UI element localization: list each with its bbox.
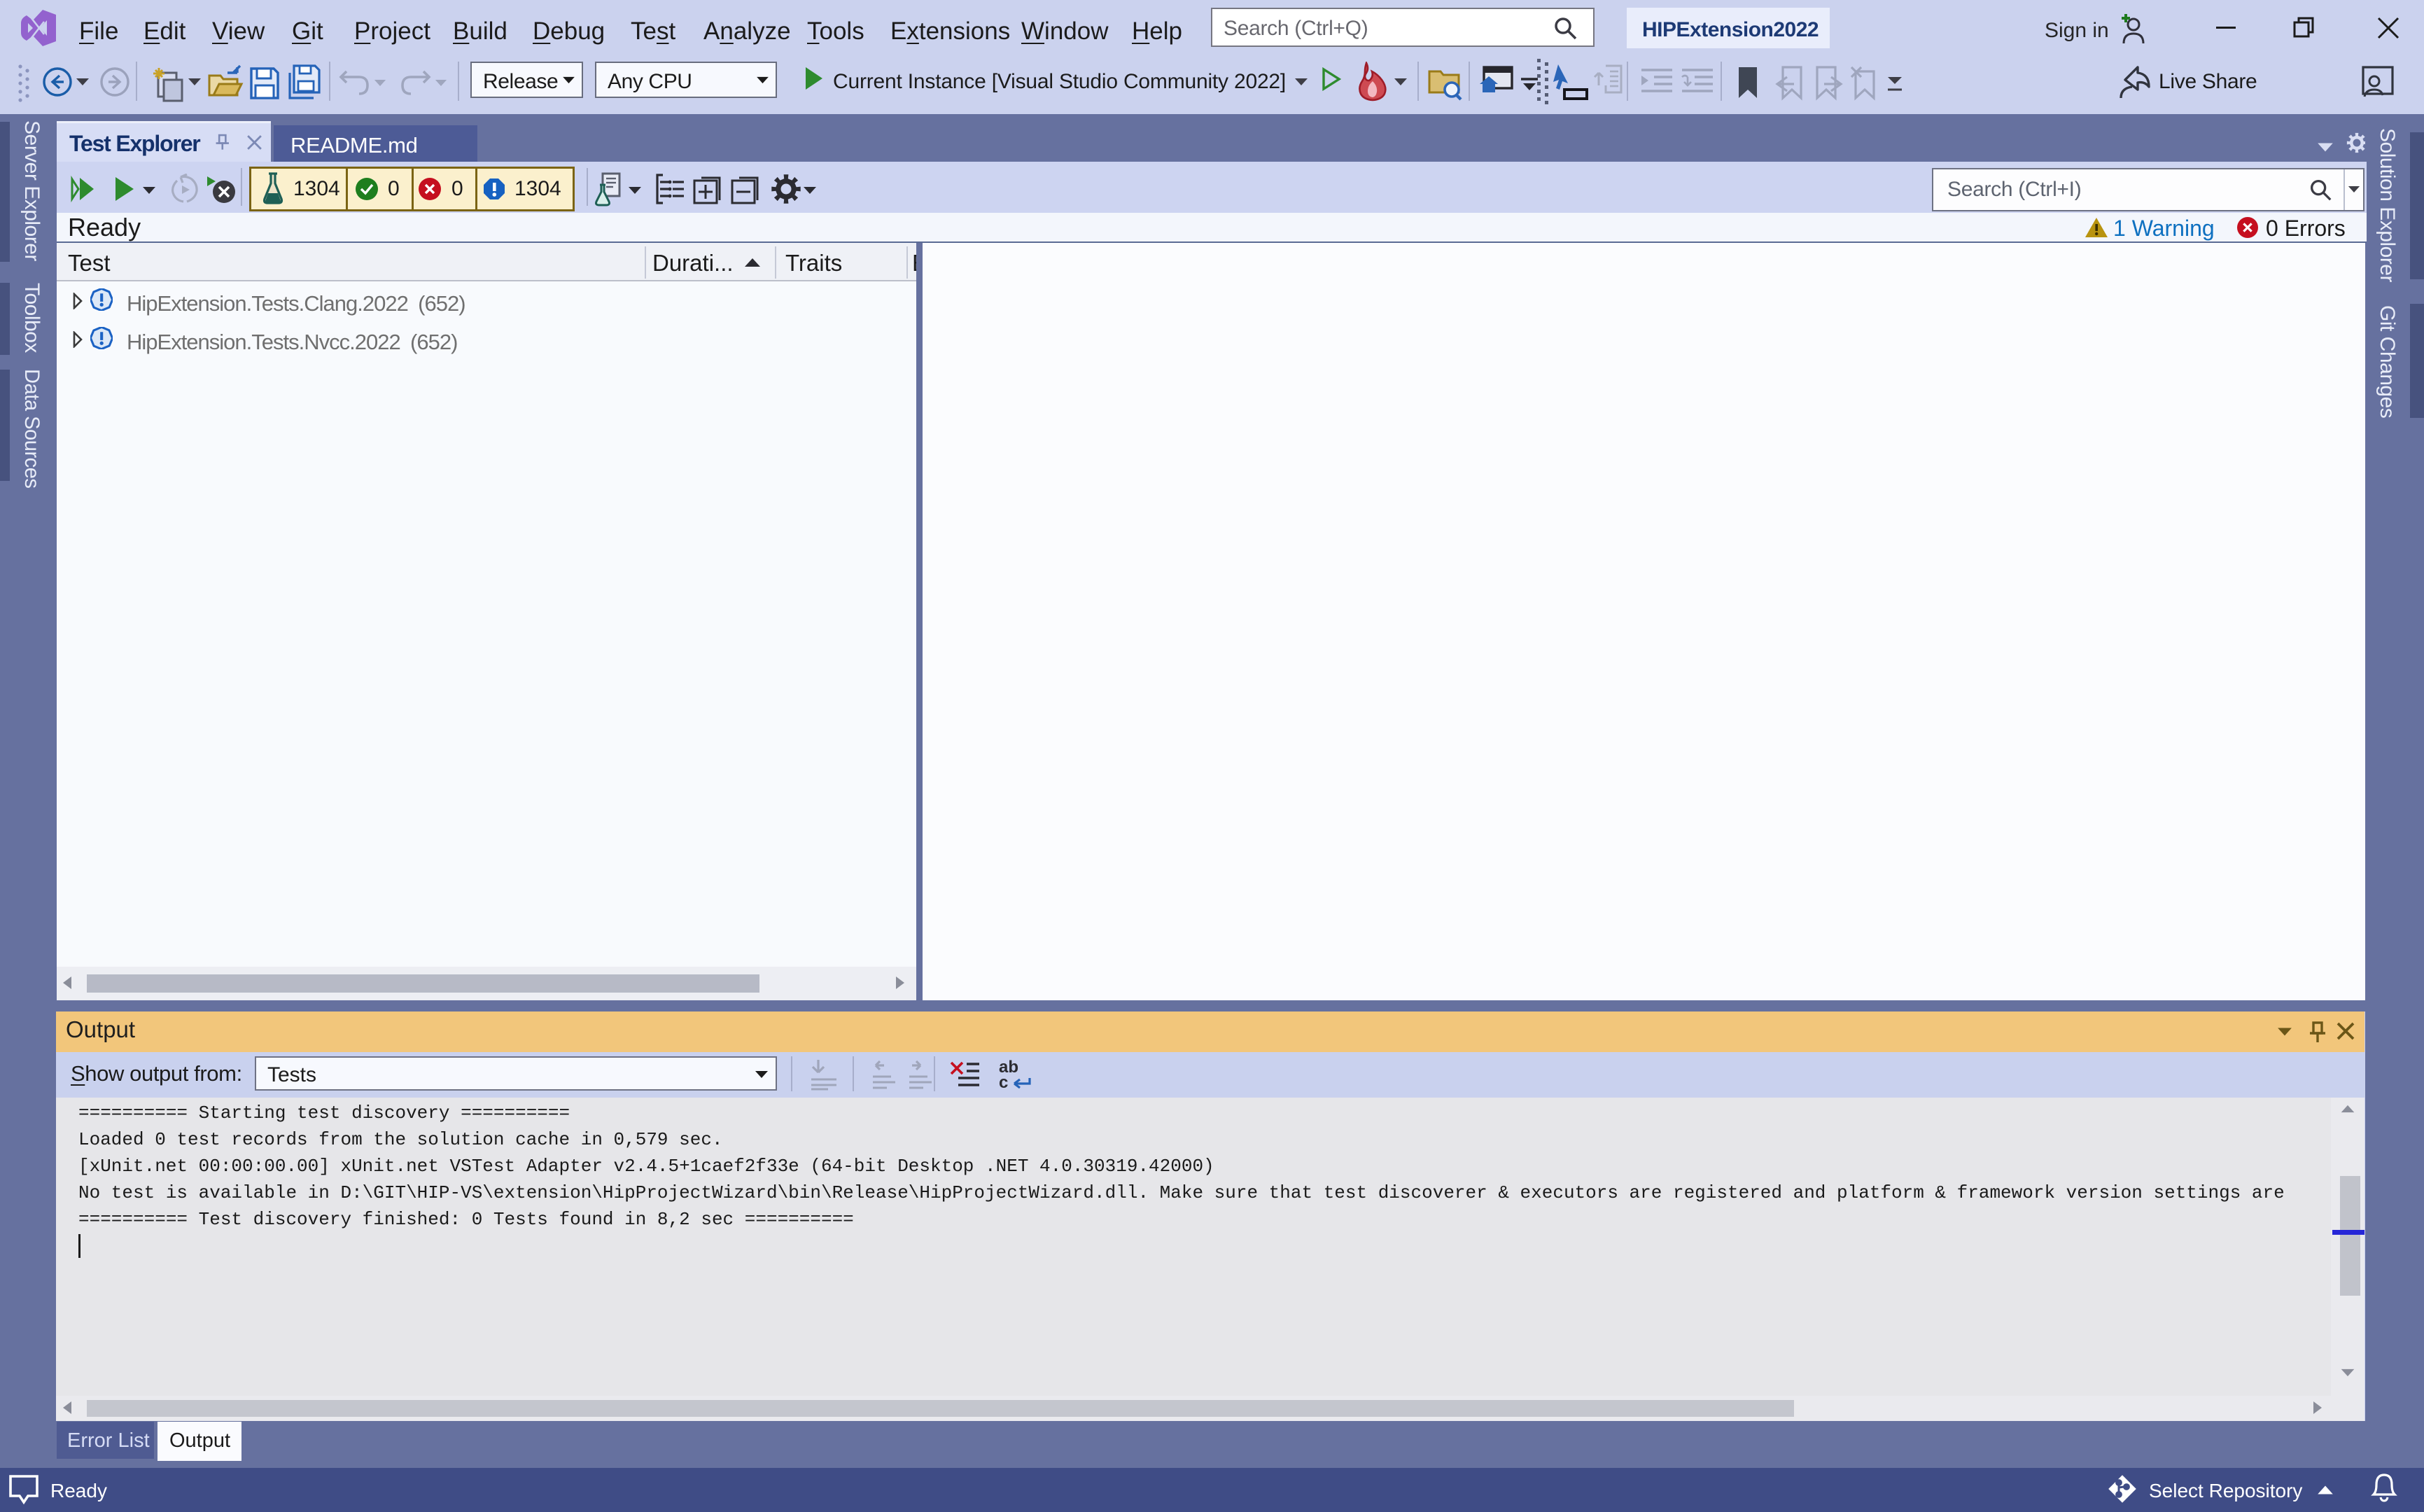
svg-text:c: c <box>999 1073 1008 1091</box>
